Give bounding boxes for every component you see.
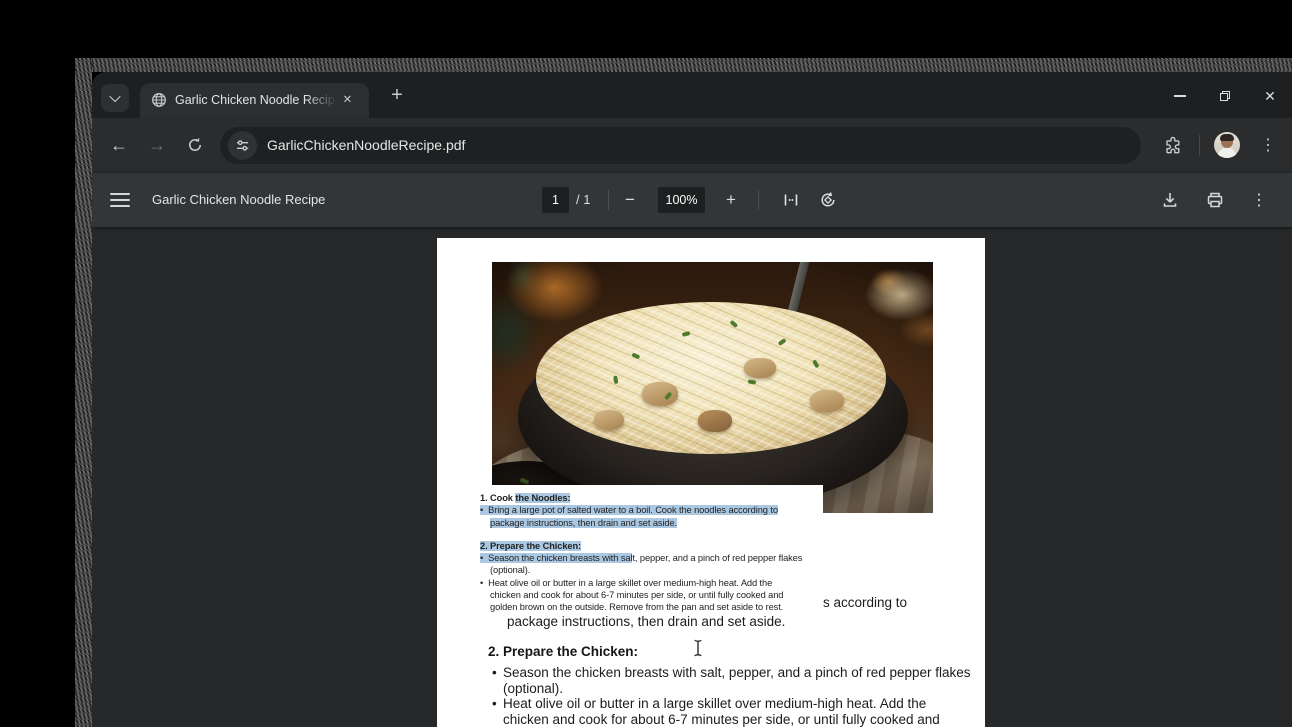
- season-bullet-line-1: •Season the chicken breasts with salt, p…: [492, 665, 971, 680]
- rotate-ccw-icon: [818, 190, 838, 210]
- heat-bullet-line-2: chicken and cook for about 6-7 minutes p…: [503, 712, 940, 727]
- step-2-number: 2.: [488, 644, 503, 659]
- noodles-continuation-line: package instructions, then drain and set…: [507, 614, 785, 629]
- heat-bullet-line-1: •Heat olive oil or butter in a large ski…: [492, 696, 926, 711]
- chevron-down-icon: [109, 91, 120, 102]
- extensions-button[interactable]: [1158, 131, 1186, 159]
- tab-garlic-chicken-noodle-recipe[interactable]: Garlic Chicken Noodle Recipe ✕: [140, 83, 369, 118]
- tune-icon: [234, 137, 251, 154]
- pdf-more-options-button[interactable]: ⋮: [1245, 186, 1273, 214]
- bullet-glyph: •: [492, 665, 503, 680]
- reload-icon: [186, 136, 204, 154]
- zoom-in-button[interactable]: +: [717, 186, 745, 214]
- drag-line-9: golden brown on the outside. Remove from…: [480, 601, 823, 613]
- pdf-page: s according to package instructions, the…: [437, 238, 985, 727]
- window-close-button[interactable]: ✕: [1258, 84, 1282, 108]
- drag-line-4: 2. Prepare the Chicken:: [480, 540, 823, 552]
- browser-menu-button[interactable]: ⋮: [1254, 131, 1282, 159]
- text-cursor-ibeam: [692, 638, 704, 658]
- address-bar[interactable]: GarlicChickenNoodleRecipe.pdf: [220, 127, 1141, 164]
- page-count-label: / 1: [576, 173, 590, 227]
- tab-strip: Garlic Chicken Noodle Recipe ✕ + ✕: [92, 72, 1292, 118]
- step-2-heading: 2.Prepare the Chicken:: [488, 644, 638, 659]
- toolbar-separator: [608, 190, 609, 210]
- tab-close-button[interactable]: ✕: [339, 92, 356, 109]
- avatar: [1214, 132, 1240, 158]
- url-text[interactable]: GarlicChickenNoodleRecipe.pdf: [267, 127, 465, 164]
- season-text-1: Season the chicken breasts with salt, pe…: [503, 665, 971, 680]
- video-noise-border-top: [75, 58, 1292, 72]
- download-icon: [1160, 190, 1180, 210]
- fit-to-width-button[interactable]: [777, 186, 805, 214]
- profile-avatar-button[interactable]: [1214, 132, 1240, 158]
- print-icon: [1205, 190, 1225, 210]
- pdf-document-title: Garlic Chicken Noodle Recipe: [152, 173, 325, 227]
- drag-line-5: • Season the chicken breasts with salt, …: [480, 552, 823, 564]
- forward-button[interactable]: →: [143, 131, 171, 159]
- drag-line-6: (optional).: [480, 564, 823, 576]
- tab-search-button[interactable]: [101, 84, 129, 112]
- reload-button[interactable]: [181, 131, 209, 159]
- season-bullet-line-2: (optional).: [503, 681, 563, 696]
- heat-text-1: Heat olive oil or butter in a large skil…: [503, 696, 926, 711]
- puzzle-icon: [1162, 135, 1183, 156]
- fit-width-icon: [781, 190, 801, 210]
- browser-toolbar: ← → GarlicChickenNoodleRecipe.pd: [92, 118, 1292, 173]
- restore-icon: [1220, 91, 1230, 101]
- print-button[interactable]: [1201, 186, 1229, 214]
- site-settings-button[interactable]: [228, 131, 257, 160]
- video-noise-border-left: [75, 58, 92, 727]
- back-button[interactable]: ←: [105, 131, 133, 159]
- photo-vignette: [492, 262, 933, 513]
- toolbar-separator: [758, 190, 759, 210]
- download-button[interactable]: [1156, 186, 1184, 214]
- drag-selection-preview: 1. Cook the Noodles: • Bring a large pot…: [477, 485, 823, 613]
- page-number-input[interactable]: 1: [542, 187, 569, 213]
- drag-line-7: • Heat olive oil or butter in a large sk…: [480, 577, 823, 589]
- zoom-out-button[interactable]: −: [616, 186, 644, 214]
- step-2-title: Prepare the Chicken:: [503, 644, 638, 659]
- drag-line-2: • Bring a large pot of salted water to a…: [480, 504, 823, 516]
- zoom-level-input[interactable]: 100%: [658, 187, 705, 213]
- drag-line-3: package instructions, then drain and set…: [480, 517, 823, 529]
- window-minimize-button[interactable]: [1168, 84, 1192, 108]
- drag-line-gap: [480, 529, 823, 540]
- rotate-button[interactable]: [814, 186, 842, 214]
- occluded-line-fragment: s according to: [823, 595, 907, 610]
- browser-window: Garlic Chicken Noodle Recipe ✕ + ✕ ← →: [92, 72, 1292, 727]
- globe-icon: [151, 92, 167, 108]
- tab-title-fade: [305, 84, 337, 117]
- toolbar-separator: [1199, 135, 1200, 156]
- pdf-toolbar: Garlic Chicken Noodle Recipe 1 / 1 − 100…: [92, 173, 1292, 227]
- bullet-glyph: •: [492, 696, 503, 711]
- screen: Garlic Chicken Noodle Recipe ✕ + ✕ ← →: [0, 0, 1292, 727]
- new-tab-button[interactable]: +: [384, 83, 410, 109]
- recipe-photo: [492, 262, 933, 513]
- pdf-menu-button[interactable]: [110, 193, 130, 207]
- drag-line-1: 1. Cook the Noodles:: [480, 492, 823, 504]
- window-restore-button[interactable]: [1213, 84, 1237, 108]
- pdf-viewer[interactable]: s according to package instructions, the…: [92, 227, 1292, 727]
- drag-line-8: chicken and cook for about 6-7 minutes p…: [480, 589, 823, 601]
- minimize-icon: [1174, 95, 1186, 97]
